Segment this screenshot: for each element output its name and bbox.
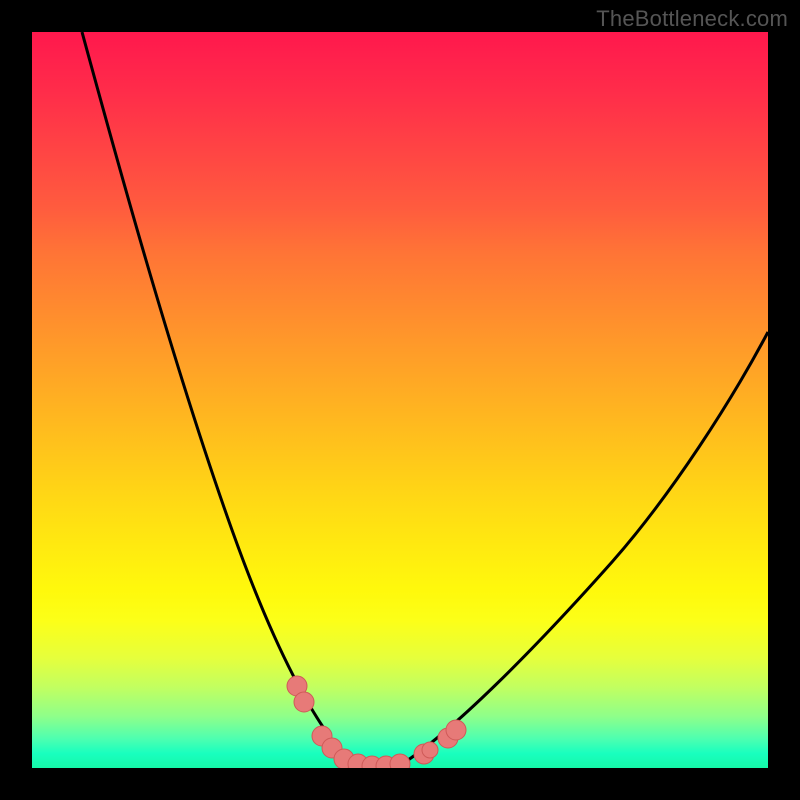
data-marker — [294, 692, 314, 712]
data-marker — [390, 754, 410, 768]
data-marker — [422, 742, 438, 758]
curve-layer — [82, 32, 768, 767]
marker-layer — [287, 676, 466, 768]
plot-area — [32, 32, 768, 768]
left-curve — [82, 32, 352, 764]
plot-svg — [32, 32, 768, 768]
watermark-text: TheBottleneck.com — [596, 6, 788, 32]
right-curve — [402, 332, 768, 764]
chart-frame: TheBottleneck.com — [0, 0, 800, 800]
data-marker — [446, 720, 466, 740]
